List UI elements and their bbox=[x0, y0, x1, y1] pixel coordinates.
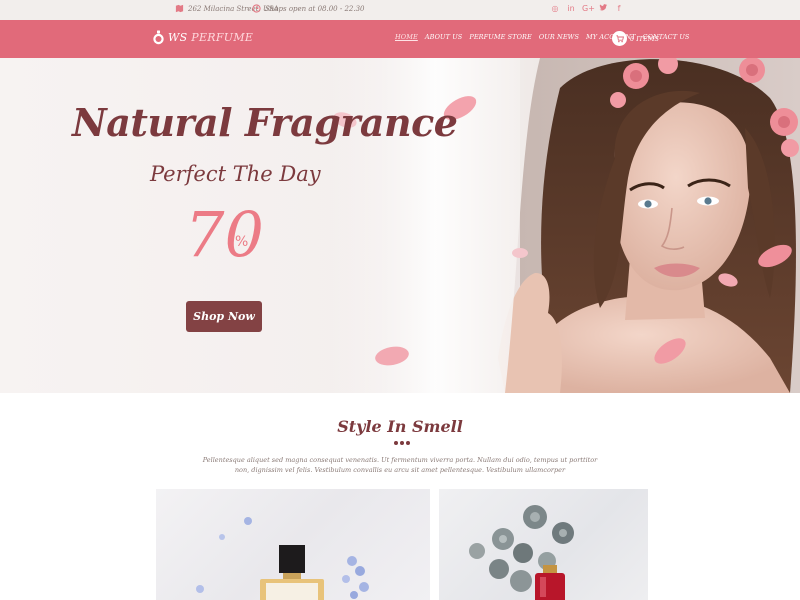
divider-dot bbox=[394, 441, 398, 445]
top-info-bar: 262 Milacina Street, USA Shops open at 0… bbox=[0, 0, 800, 20]
divider-dot bbox=[400, 441, 404, 445]
cart-icon-circle bbox=[612, 31, 627, 46]
twitter-icon[interactable] bbox=[598, 3, 608, 16]
hero-banner: Natural Fragrance Perfect The Day 70 % S… bbox=[0, 58, 800, 393]
clock-icon bbox=[252, 4, 261, 13]
perfume-bottle-photo-2 bbox=[469, 505, 574, 600]
hero-percent-sign: % bbox=[235, 234, 249, 250]
facebook-icon[interactable]: f bbox=[614, 3, 624, 16]
logo-text: WS PERFUME bbox=[168, 31, 253, 44]
perfume-bottle-icon bbox=[153, 30, 164, 45]
hero-subtitle: Perfect The Day bbox=[150, 162, 321, 186]
nav-our-news[interactable]: OUR NEWS bbox=[539, 33, 579, 41]
hero-title: Natural Fragrance bbox=[72, 100, 458, 145]
hours-info: Shops open at 08.00 - 22.30 bbox=[252, 4, 365, 13]
site-logo[interactable]: WS PERFUME bbox=[152, 30, 253, 45]
section-divider-dots bbox=[394, 441, 410, 445]
cart-icon bbox=[615, 34, 624, 42]
logo-perfume: PERFUME bbox=[191, 31, 254, 44]
hours-text: Shops open at 08.00 - 22.30 bbox=[265, 4, 365, 13]
shop-now-button[interactable]: Shop Now bbox=[186, 301, 262, 332]
nav-perfume-store[interactable]: PERFUME STORE bbox=[469, 33, 532, 41]
map-icon bbox=[175, 4, 184, 13]
hero-percent: 70 bbox=[185, 198, 264, 271]
linkedin-icon[interactable]: in bbox=[566, 3, 576, 16]
cart-button[interactable]: 0 ITEMS bbox=[612, 31, 659, 46]
perfume-bottle-photo-1 bbox=[196, 517, 369, 600]
cart-count: 0 ITEMS bbox=[630, 34, 659, 43]
nav-about-us[interactable]: ABOUT US bbox=[425, 33, 463, 41]
google-plus-icon[interactable]: G+ bbox=[582, 3, 595, 16]
divider-dot bbox=[406, 441, 410, 445]
nav-home[interactable]: HOME bbox=[395, 33, 418, 41]
main-navbar: WS PERFUME HOME ABOUT US PERFUME STORE O… bbox=[0, 20, 800, 58]
section-title: Style In Smell bbox=[337, 417, 463, 436]
section-description: Pellentesque aliquet sed magna consequat… bbox=[202, 456, 598, 474]
logo-ws: WS bbox=[168, 31, 188, 44]
product-image-card-1[interactable] bbox=[156, 489, 430, 600]
social-links: ◎ in G+ f bbox=[550, 3, 624, 16]
instagram-icon[interactable]: ◎ bbox=[550, 3, 560, 16]
product-image-card-2[interactable] bbox=[439, 489, 648, 600]
